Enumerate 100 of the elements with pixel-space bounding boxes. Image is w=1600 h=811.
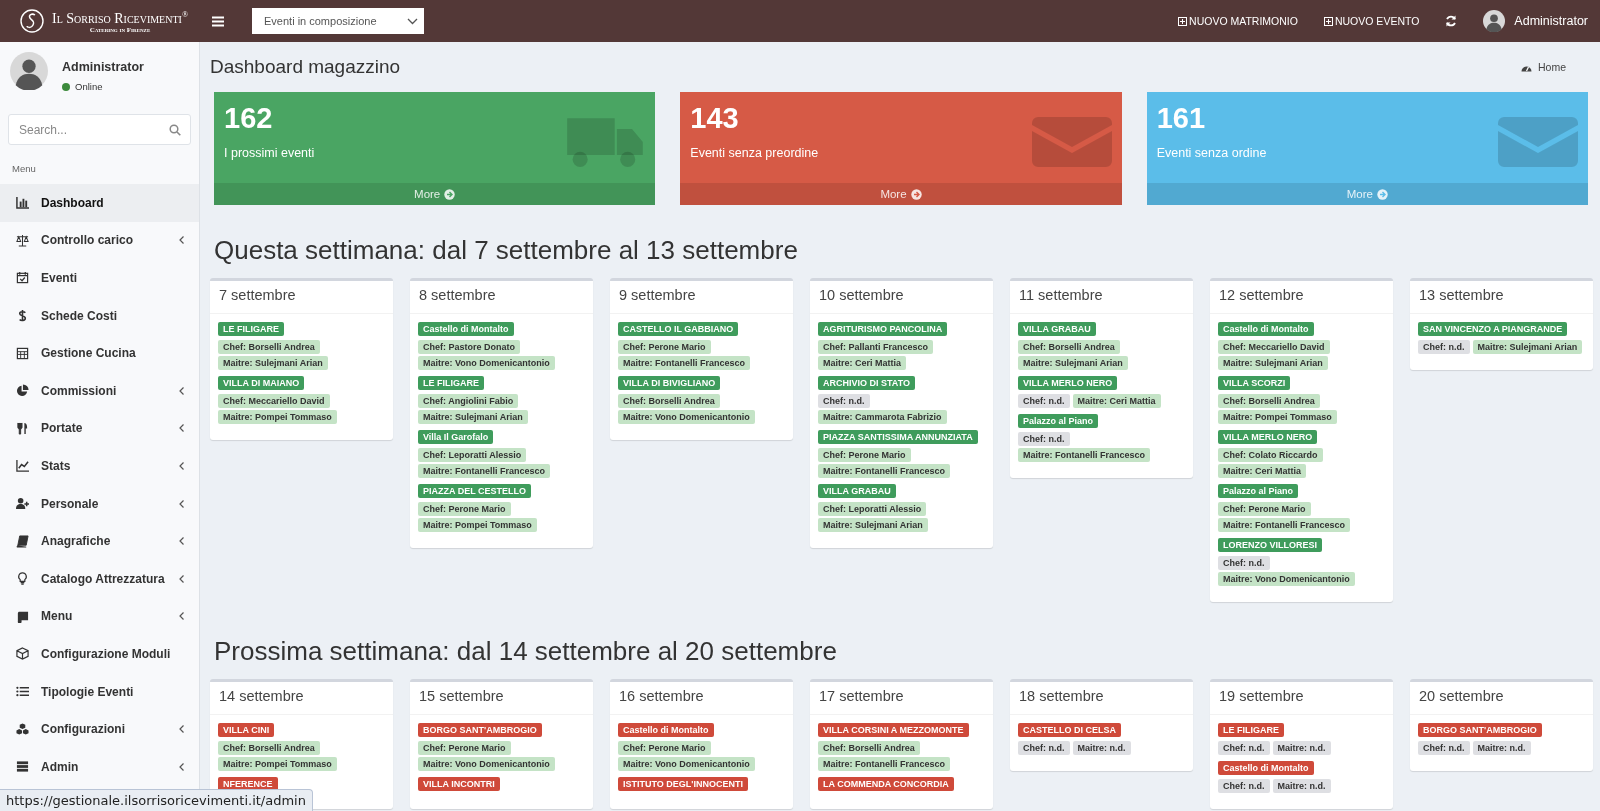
event-venue[interactable]: PIAZZA DEL CESTELLO <box>418 484 531 498</box>
chevron-left-icon <box>179 236 184 245</box>
day-date: 8 settembre <box>410 281 593 314</box>
sidebar-item[interactable]: Menu <box>0 597 199 636</box>
event-venue[interactable]: PIAZZA SANTISSIMA ANNUNZIATA <box>818 430 978 444</box>
sidebar-item[interactable]: Configurazione Moduli <box>0 635 199 673</box>
more-link[interactable]: More <box>1146 183 1588 205</box>
staff-label: Chef: Pallanti Francesco <box>818 340 934 354</box>
more-link[interactable]: More <box>214 183 656 205</box>
sidebar-item[interactable]: Portate <box>0 409 199 448</box>
event-filter-select[interactable]: Eventi in composizione <box>252 8 424 34</box>
new-item-button[interactable]: NUOVO MATRIMONIO <box>1178 15 1298 27</box>
event-venue[interactable]: VILLA MERLO NERO <box>1218 430 1318 444</box>
event-venue[interactable]: CASTELLO IL GABBIANO <box>618 322 739 336</box>
event-venue[interactable]: SAN VINCENZO A PIANGRANDE <box>1418 322 1568 336</box>
staff-label: Chef: Meccariello David <box>218 394 330 408</box>
server-icon <box>15 760 29 774</box>
user-name[interactable]: Administrator <box>1514 14 1588 28</box>
event-venue[interactable]: Castello di Montalto <box>1218 761 1314 775</box>
avatar-icon <box>1483 10 1506 32</box>
sidebar-item[interactable]: Admin <box>0 747 199 786</box>
staff-label: Chef: Perone Mario <box>418 502 511 516</box>
event-venue[interactable]: VILLA GRABAU <box>1018 322 1096 336</box>
staff-label: Chef: Leporatti Alessio <box>818 502 927 516</box>
week-heading: Questa settimana: dal 7 settembre al 13 settembre <box>214 235 799 266</box>
sidebar-item[interactable]: Gestione Cucina <box>0 334 199 372</box>
staff-label: Maitre: n.d. <box>1072 741 1131 755</box>
staff-label: Maitre: Sulejmani Arian <box>818 518 928 532</box>
staff-label: Chef: Borselli Andrea <box>218 340 320 354</box>
event-venue[interactable]: BORGO SANT'AMBROGIO <box>418 723 542 737</box>
event-venue[interactable]: VILLA INCONTRI <box>418 777 500 791</box>
event-venue[interactable]: LE FILIGARE <box>218 322 284 336</box>
sidebar-item[interactable]: Configurazioni <box>0 710 199 748</box>
staff-label: Maitre: Vono Domenicantonio <box>1218 572 1355 586</box>
sidebar-item[interactable]: Eventi <box>0 259 199 297</box>
event-venue[interactable]: VILLA DI MAIANO <box>218 376 305 390</box>
staff-label: Maitre: Fontanelli Francesco <box>818 464 951 478</box>
event-venue[interactable]: LE FILIGARE <box>1218 723 1284 737</box>
day-date: 9 settembre <box>610 281 793 314</box>
plus-square-icon <box>1178 16 1188 26</box>
event-venue[interactable]: LE FILIGARE <box>418 376 484 390</box>
staff-label: Maitre: Pompei Tommaso <box>218 757 337 771</box>
chevron-left-icon <box>179 499 184 508</box>
staff-label: Chef: Pastore Donato <box>418 340 520 354</box>
event-venue[interactable]: VILLA CORSINI A MEZZOMONTE <box>818 723 969 737</box>
event-venue[interactable]: VILLA SCORZI <box>1218 376 1291 390</box>
staff-label: Maitre: Cammarota Fabrizio <box>818 410 947 424</box>
event-venue[interactable]: ARCHIVIO DI STATO <box>818 376 915 390</box>
bar-chart-icon <box>15 196 29 210</box>
arrow-circle-icon <box>444 188 456 200</box>
event-venue[interactable]: Castello di Montalto <box>1218 322 1314 336</box>
event-venue[interactable]: Castello di Montalto <box>618 723 714 737</box>
week-heading: Prossima settimana: dal 14 settembre al 20 settembre <box>214 636 838 667</box>
event-venue[interactable]: BORGO SANT'AMBROGIO <box>1418 723 1542 737</box>
sidebar-item[interactable]: Tipologie Eventi <box>0 672 199 711</box>
staff-label: Maitre: Fontanelli Francesco <box>618 356 751 370</box>
event-venue[interactable]: ISTITUTO DEGL'INNOCENTI <box>618 777 748 791</box>
staff-label: Chef: Borselli Andrea <box>818 741 920 755</box>
event-venue[interactable]: CASTELLO DI CELSA <box>1018 723 1121 737</box>
more-link[interactable]: More <box>680 183 1122 205</box>
sidebar-item[interactable]: Catalogo Attrezzatura <box>0 559 199 598</box>
user-status: Online <box>75 81 103 92</box>
event-venue[interactable]: LORENZO VILLORESI <box>1218 538 1322 552</box>
breadcrumb-link[interactable]: Home <box>1538 61 1566 73</box>
sidebar-item[interactable]: Personale <box>0 484 199 523</box>
chevron-left-icon <box>179 725 184 734</box>
sidebar-item[interactable]: Controllo carico <box>0 221 199 260</box>
event-venue[interactable]: VILLA MERLO NERO <box>1018 376 1118 390</box>
staff-label: Chef: Borselli Andrea <box>218 741 320 755</box>
stat-value: 162 <box>224 101 273 136</box>
day-date: 19 settembre <box>1210 682 1393 715</box>
staff-label: Chef: n.d. <box>1218 556 1270 570</box>
calculator-icon <box>15 346 29 360</box>
event-venue[interactable]: VILLA DI BIVIGLIANO <box>618 376 721 390</box>
event-venue[interactable]: VILLA GRABAU <box>818 484 896 498</box>
staff-label: Maitre: Vono Domenicantonio <box>418 757 555 771</box>
sidebar-item[interactable]: Anagrafiche <box>0 522 199 560</box>
day-date: 7 settembre <box>210 281 393 314</box>
sidebar-item[interactable]: Dashboard <box>0 184 199 222</box>
event-venue[interactable]: AGRITURISMO PANCOLINA <box>818 322 948 336</box>
sidebar-item[interactable]: Stats <box>0 447 199 485</box>
staff-label: Chef: Borselli Andrea <box>1218 394 1320 408</box>
new-item-button[interactable]: NUOVO EVENTO <box>1323 15 1420 27</box>
event-venue[interactable]: Castello di Montalto <box>418 322 514 336</box>
event-venue[interactable]: Villa Il Garofalo <box>418 430 494 444</box>
day-date: 15 settembre <box>410 682 593 715</box>
sidebar-item[interactable]: Schede Costi <box>0 296 199 335</box>
event-venue[interactable]: Palazzo al Piano <box>1218 484 1299 498</box>
sidebar-item[interactable]: Commissioni <box>0 371 199 410</box>
event-venue[interactable]: Palazzo al Piano <box>1018 414 1099 428</box>
refresh-icon[interactable] <box>1445 15 1458 27</box>
day-date: 16 settembre <box>610 682 793 715</box>
staff-label: Chef: Perone Mario <box>1218 502 1311 516</box>
event-venue[interactable]: VILLA CINI <box>218 723 275 737</box>
staff-label: Chef: Colato Riccardo <box>1218 448 1323 462</box>
plus-square-icon <box>1323 16 1333 26</box>
search-field[interactable]: Search... <box>8 114 191 145</box>
arrow-circle-icon <box>1376 188 1388 200</box>
event-venue[interactable]: LA COMMENDA CONCORDIA <box>818 777 954 791</box>
day-date: 17 settembre <box>810 682 993 715</box>
